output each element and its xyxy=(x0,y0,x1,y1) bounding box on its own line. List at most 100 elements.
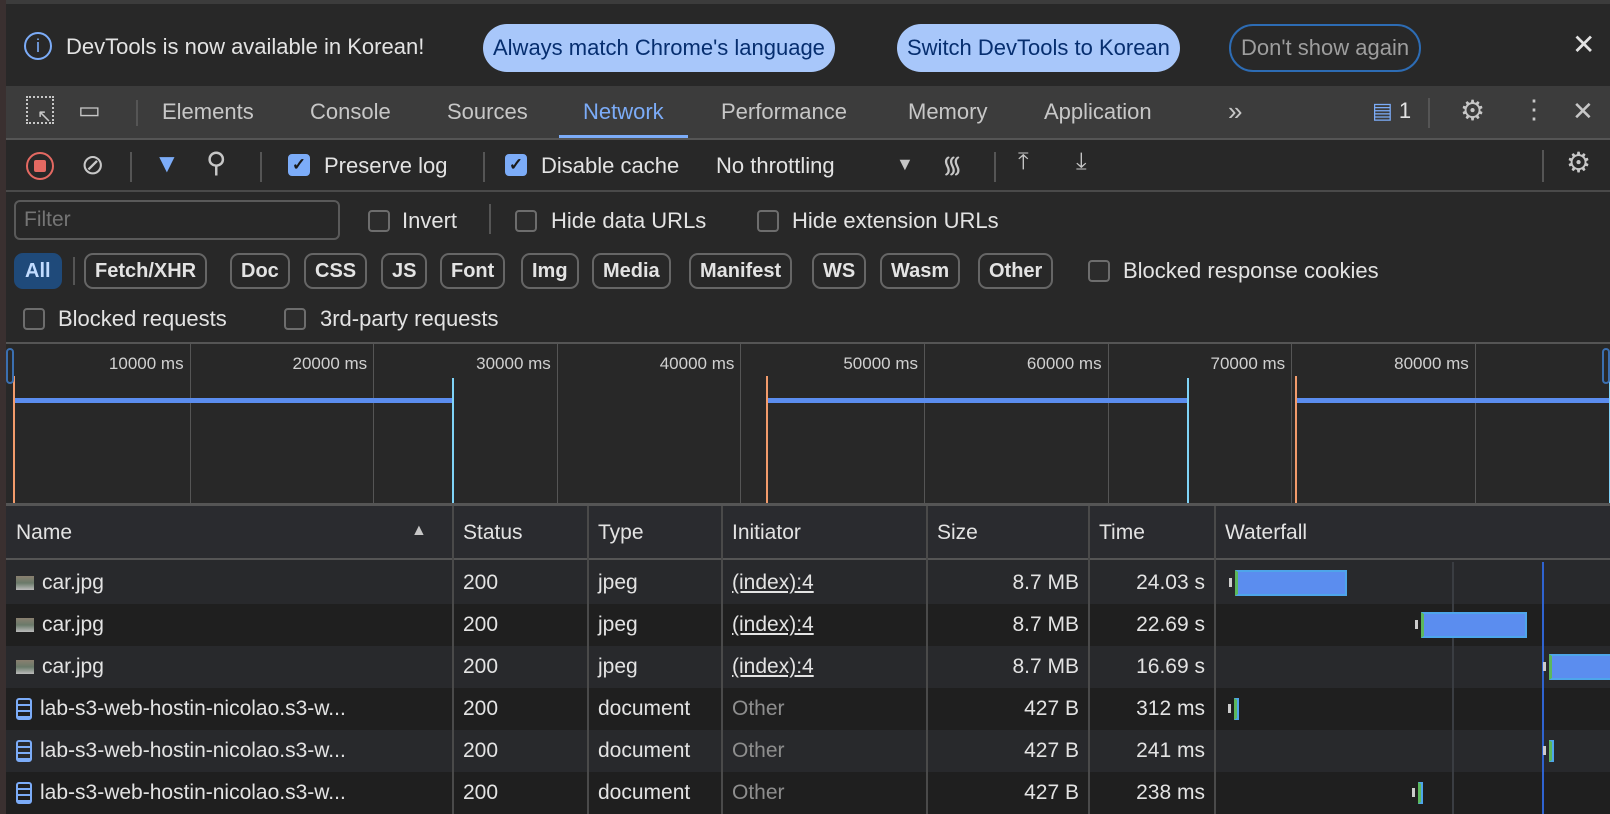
type-filter-ws[interactable]: WS xyxy=(812,253,867,289)
disable-cache-checkbox[interactable]: ✓ xyxy=(505,154,527,176)
tab-elements[interactable]: Elements xyxy=(138,86,278,138)
overview-gridline xyxy=(556,344,558,503)
waterfall-bar[interactable] xyxy=(1234,698,1240,720)
timeline-overview[interactable]: 10000 ms 20000 ms 30000 ms 40000 ms 50000 ms… xyxy=(6,342,1610,506)
dom-content-loaded-marker xyxy=(1294,376,1297,503)
column-divider[interactable] xyxy=(587,506,589,814)
inspect-element-icon[interactable]: ↖ xyxy=(26,96,54,126)
type-filter-wasm[interactable]: Wasm xyxy=(880,253,961,289)
image-file-icon xyxy=(16,660,34,675)
time: 312 ms xyxy=(1136,697,1205,720)
initiator-link[interactable]: (index):4 xyxy=(722,604,927,646)
type-filter-fetch-xhr[interactable]: Fetch/XHR xyxy=(84,253,208,289)
column-header-name[interactable]: Name xyxy=(6,506,453,560)
column-divider[interactable] xyxy=(926,506,928,814)
status: 200 xyxy=(463,739,499,762)
type-filter-other[interactable]: Other xyxy=(978,253,1054,289)
type: document xyxy=(598,739,691,762)
type-filter-manifest[interactable]: Manifest xyxy=(689,253,793,289)
network-settings-gear-icon[interactable]: ⚙ xyxy=(1566,146,1591,179)
type: document xyxy=(598,697,691,720)
device-toolbar-icon[interactable]: ▭ xyxy=(78,96,101,125)
stop-recording-icon[interactable] xyxy=(26,152,54,180)
overview-gridline xyxy=(1291,344,1293,503)
tab-memory[interactable]: Memory xyxy=(884,86,1011,138)
initiator-link[interactable]: (index):4 xyxy=(722,562,927,604)
filter-input[interactable] xyxy=(14,200,340,240)
tab-performance[interactable]: Performance xyxy=(697,86,871,138)
clear-icon[interactable]: ⊘ xyxy=(81,148,104,181)
initiator: Other xyxy=(732,739,785,762)
third-party-requests-label: 3rd-party requests xyxy=(320,306,499,331)
type-filter-all[interactable]: All xyxy=(14,253,62,289)
overview-gridline xyxy=(924,344,925,503)
waterfall-bar[interactable] xyxy=(1548,740,1554,762)
overview-right-handle[interactable] xyxy=(1602,348,1610,384)
waterfall-load-line xyxy=(1542,562,1545,814)
switch-to-korean-button[interactable]: Switch DevTools to Korean xyxy=(897,24,1180,72)
close-icon[interactable]: ✕ xyxy=(1572,28,1595,61)
column-header-time[interactable]: Time xyxy=(1089,506,1215,560)
divider xyxy=(1542,150,1544,182)
third-party-requests-checkbox[interactable] xyxy=(284,308,306,330)
overview-request-bar xyxy=(766,398,1187,403)
search-icon[interactable]: ⚲ xyxy=(206,146,227,179)
export-har-icon[interactable]: ⤓ xyxy=(1076,148,1087,176)
preserve-log-checkbox[interactable]: ✓ xyxy=(288,154,310,176)
type-filter-doc[interactable]: Doc xyxy=(230,253,290,289)
dont-show-again-button[interactable]: Don't show again xyxy=(1229,24,1422,72)
filter-funnel-icon[interactable]: ▼ xyxy=(154,148,180,179)
column-header-initiator[interactable]: Initiator xyxy=(722,506,927,560)
column-divider[interactable] xyxy=(452,506,454,814)
type-filter-font[interactable]: Font xyxy=(440,253,506,289)
tab-console[interactable]: Console xyxy=(286,86,415,138)
more-tabs-icon[interactable]: » xyxy=(1228,96,1242,127)
type-filter-media[interactable]: Media xyxy=(592,253,671,289)
import-har-icon[interactable]: ⤒ xyxy=(1018,148,1029,176)
blocked-response-cookies-checkbox[interactable] xyxy=(1088,260,1110,282)
chevron-down-icon[interactable]: ▼ xyxy=(896,154,914,175)
initiator: Other xyxy=(732,697,785,720)
time: 22.69 s xyxy=(1136,613,1205,636)
waterfall-bar[interactable] xyxy=(1417,782,1423,804)
waterfall-bar[interactable] xyxy=(1548,654,1610,680)
overview-tick-label: 50000 ms xyxy=(843,354,918,373)
issues-badge[interactable]: ▤ 1 xyxy=(1372,98,1411,124)
column-header-type[interactable]: Type xyxy=(588,506,722,560)
settings-gear-icon[interactable]: ⚙ xyxy=(1460,94,1485,127)
overview-gridline xyxy=(373,344,375,503)
hide-extension-urls-label: Hide extension URLs xyxy=(792,208,999,233)
tab-sources[interactable]: Sources xyxy=(423,86,552,138)
waterfall-gridline xyxy=(1452,562,1455,814)
blocked-requests-checkbox[interactable] xyxy=(23,308,45,330)
waterfall-bar[interactable] xyxy=(1234,570,1348,596)
blocked-requests-label: Blocked requests xyxy=(58,306,227,331)
table-header: Name Status Type Initiator Size Time Waterfall… xyxy=(6,506,1610,560)
hide-data-urls-checkbox[interactable] xyxy=(515,210,537,232)
invert-checkbox[interactable] xyxy=(368,210,390,232)
devtools-tabbar: ↖ ▭ Elements Console Sources Network Perform… xyxy=(6,86,1610,140)
initiator-link[interactable]: (index):4 xyxy=(722,646,927,688)
overview-left-handle[interactable] xyxy=(6,348,14,384)
type-filter-js[interactable]: JS xyxy=(381,253,428,289)
time: 16.69 s xyxy=(1136,655,1205,678)
network-conditions-icon[interactable]: ᯾ xyxy=(942,148,962,181)
waterfall-queue-mark xyxy=(1411,788,1415,797)
column-header-status[interactable]: Status xyxy=(453,506,588,560)
preserve-log-label: Preserve log xyxy=(324,153,448,178)
tab-network[interactable]: Network xyxy=(559,86,688,138)
tab-application[interactable]: Application xyxy=(1020,86,1176,138)
hide-extension-urls-checkbox[interactable] xyxy=(757,210,779,232)
column-header-size[interactable]: Size xyxy=(927,506,1089,560)
type-filter-img[interactable]: Img xyxy=(521,253,579,289)
close-devtools-icon[interactable]: ✕ xyxy=(1572,96,1594,127)
type-filter-css[interactable]: CSS xyxy=(304,253,368,289)
throttling-select[interactable]: No throttling xyxy=(716,153,835,179)
more-options-icon[interactable]: ⋮ xyxy=(1521,94,1547,125)
column-header-waterfall[interactable]: Waterfall xyxy=(1215,506,1610,560)
column-divider[interactable] xyxy=(1088,506,1090,814)
always-match-language-button[interactable]: Always match Chrome's language xyxy=(483,24,835,72)
waterfall-bar[interactable] xyxy=(1420,612,1527,638)
column-divider[interactable] xyxy=(1214,506,1216,814)
column-divider[interactable] xyxy=(721,506,723,814)
